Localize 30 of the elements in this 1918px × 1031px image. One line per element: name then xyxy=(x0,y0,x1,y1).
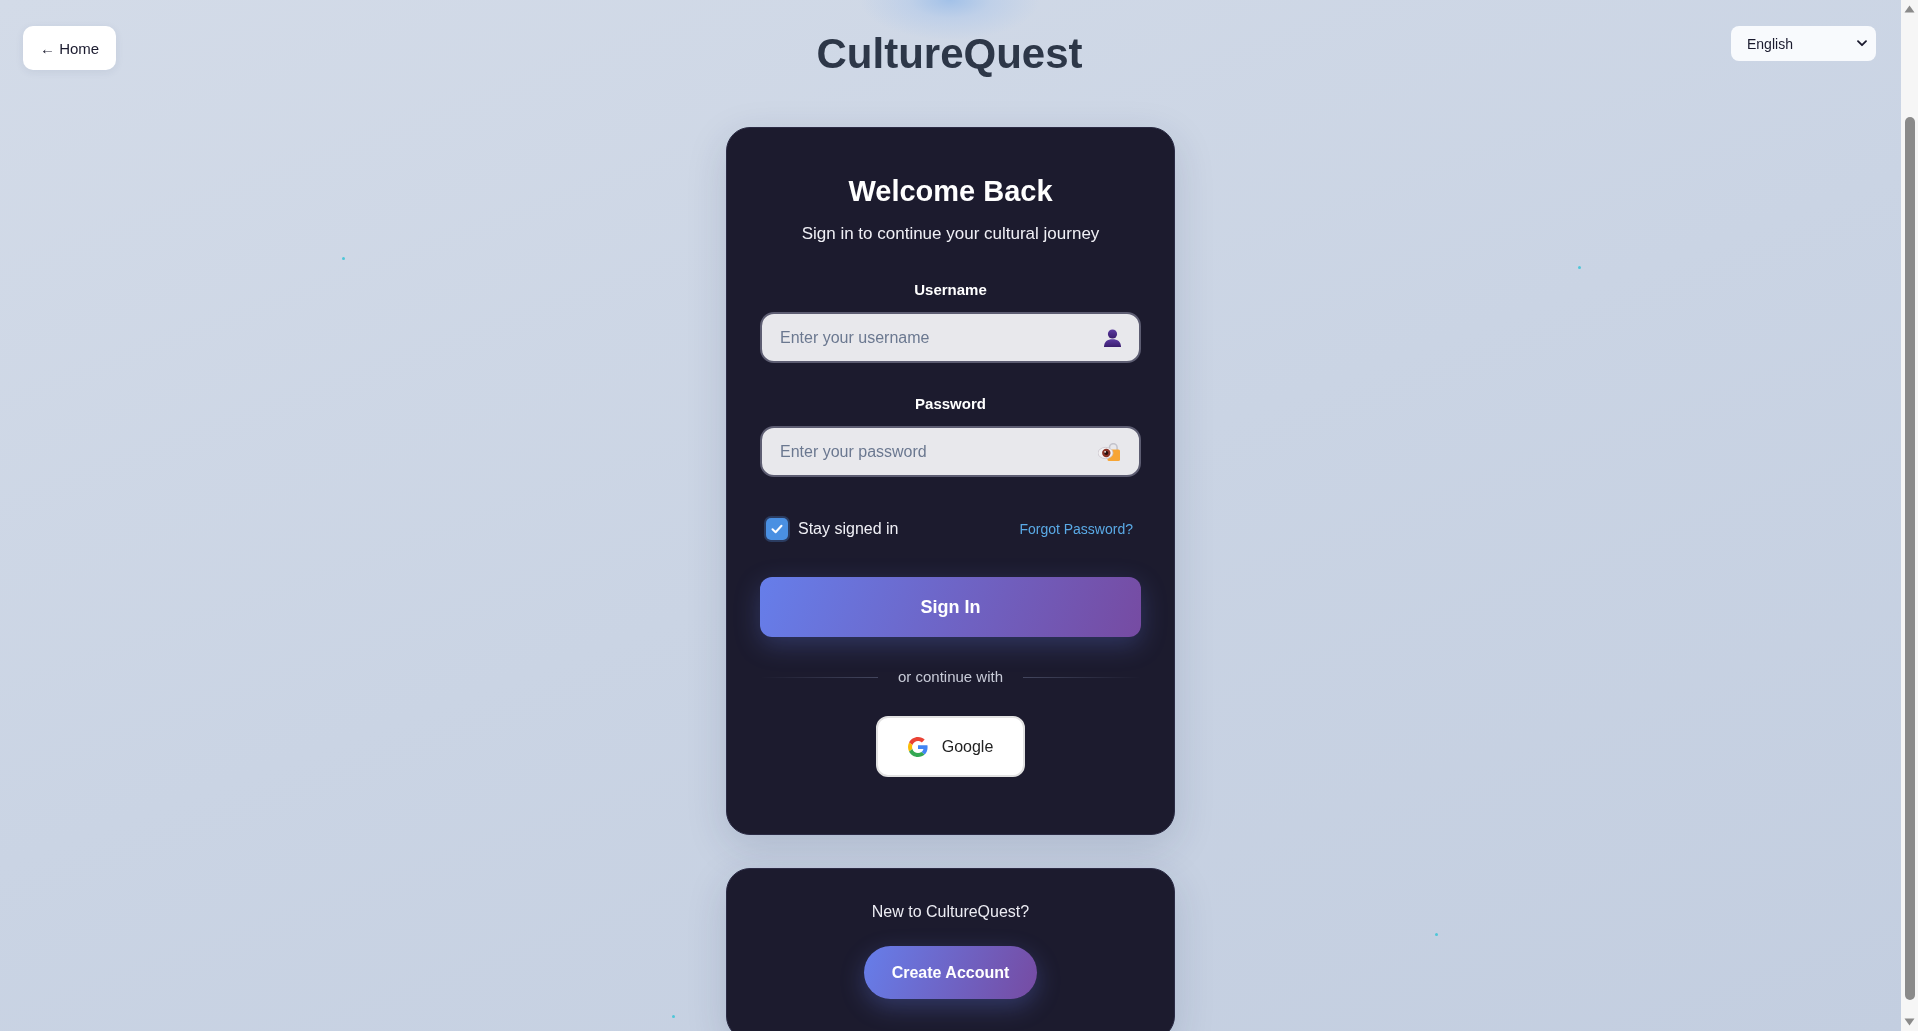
eye-lock-icon[interactable] xyxy=(1098,442,1120,461)
chevron-down-icon xyxy=(1857,40,1867,47)
input-field[interactable]: Enter your username xyxy=(760,312,1141,363)
triangle-down-icon[interactable] xyxy=(1904,1018,1915,1026)
input-field[interactable]: Enter your password xyxy=(760,426,1141,477)
card-title: Welcome Back xyxy=(847,174,1054,209)
forgot-password-link[interactable]: Forgot Password? xyxy=(1019,521,1133,537)
person-icon xyxy=(1104,328,1121,347)
field-label: Username xyxy=(913,280,988,300)
dot-icon xyxy=(672,1015,675,1018)
sign-in-button[interactable]: Sign In xyxy=(760,577,1141,637)
dot-icon xyxy=(1435,933,1438,936)
dot-icon xyxy=(1578,266,1581,269)
signup-prompt: New to CultureQuest? xyxy=(871,902,1030,922)
checkbox[interactable] xyxy=(766,518,788,540)
app-title: CultureQuest xyxy=(816,29,1083,79)
dot-icon xyxy=(342,257,345,260)
checkbox-label: Stay signed in xyxy=(798,520,899,538)
field-label: Password xyxy=(914,394,987,414)
google-logo-icon xyxy=(907,736,928,757)
divider-text: or continue with xyxy=(897,667,1004,687)
scrollbar[interactable] xyxy=(1901,0,1918,1031)
checkmark-icon xyxy=(771,524,783,534)
card-subtitle: Sign in to continue your cultural journey xyxy=(800,223,1101,245)
home-button[interactable]: ← Home xyxy=(23,26,117,70)
social-login-button[interactable]: Google xyxy=(875,716,1026,777)
language-select[interactable]: English xyxy=(1731,26,1876,61)
scrollbar-thumb[interactable] xyxy=(1905,117,1915,1000)
create-account-button[interactable]: Create Account xyxy=(863,946,1038,999)
triangle-up-icon[interactable] xyxy=(1904,5,1915,13)
